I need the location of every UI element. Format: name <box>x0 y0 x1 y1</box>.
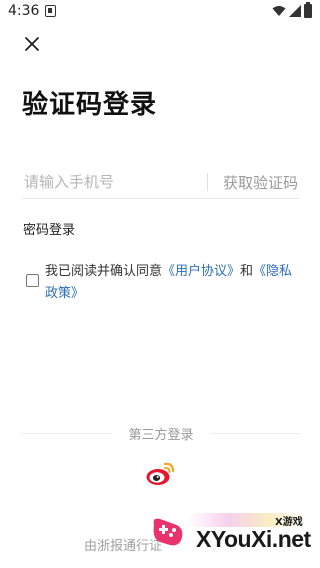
status-bar: 4:36 <box>0 0 320 24</box>
watermark-text: XYouXi.net <box>196 526 311 552</box>
phone-row: 获取验证码 <box>22 167 300 199</box>
signal-icon <box>289 5 301 17</box>
agreement-text: 我已阅读并确认同意《用户协议》和《隐私政策》 <box>45 261 303 305</box>
password-login-link[interactable]: 密码登录 <box>23 219 75 238</box>
close-icon <box>25 37 39 51</box>
notification-icon <box>45 5 56 17</box>
watermark-tag: X游戏 <box>275 517 303 528</box>
weibo-icon <box>146 462 175 485</box>
gamepad-logo-icon <box>153 518 183 546</box>
divider-line-right <box>210 433 300 434</box>
divider <box>207 173 208 191</box>
close-button[interactable] <box>18 30 46 58</box>
wifi-icon <box>272 6 286 16</box>
agreement-and: 和 <box>240 264 254 279</box>
phone-input[interactable] <box>24 167 204 197</box>
status-time: 4:36 <box>8 3 40 19</box>
page-title: 验证码登录 <box>22 90 158 120</box>
user-agreement-link[interactable]: 《用户协议》 <box>162 264 240 279</box>
third-party-login-divider: 第三方登录 <box>22 424 300 444</box>
agreement-prefix: 我已阅读并确认同意 <box>45 264 163 279</box>
weibo-login-button[interactable] <box>145 460 177 488</box>
get-code-button[interactable]: 获取验证码 <box>223 172 298 193</box>
agree-checkbox[interactable] <box>26 274 39 287</box>
watermark: XYouXi.net X游戏 <box>148 505 318 565</box>
battery-icon <box>304 2 312 18</box>
